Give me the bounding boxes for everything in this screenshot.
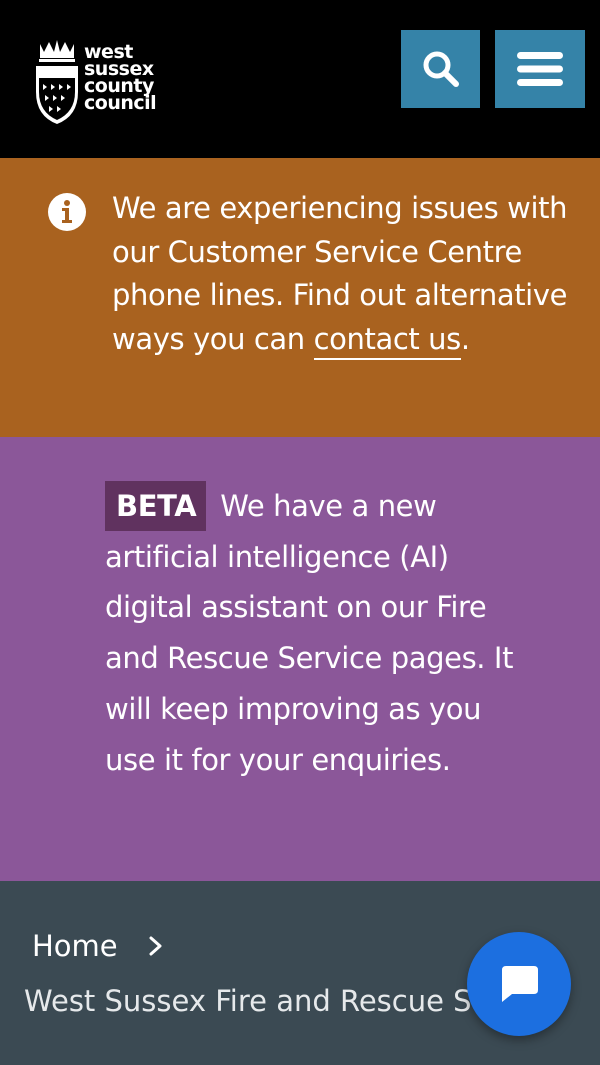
chevron-right-icon <box>149 936 162 956</box>
search-button[interactable] <box>401 30 480 108</box>
menu-button[interactable] <box>495 30 585 108</box>
beta-body-text: We have a new artificial intelligence (A… <box>105 489 514 777</box>
contact-us-link[interactable]: contact us <box>313 321 461 360</box>
chat-assistant-button[interactable] <box>467 932 571 1036</box>
logo-line: council <box>84 92 157 114</box>
info-icon <box>48 193 86 231</box>
alert-suffix: . <box>460 321 470 356</box>
breadcrumb-home-link[interactable]: Home <box>32 926 118 966</box>
site-header: west sussex county council <box>0 0 600 158</box>
crest-icon <box>36 40 78 124</box>
beta-tag: BETA <box>105 481 207 531</box>
menu-icon <box>517 52 563 86</box>
beta-message: BETA We have a new artificial intelligenc… <box>105 481 535 785</box>
search-icon <box>423 51 459 87</box>
logo-wordmark: west sussex county council <box>84 43 157 114</box>
chat-bubble-icon <box>502 966 538 1002</box>
alert-message: We are experiencing issues with our Cust… <box>112 187 572 361</box>
site-logo[interactable]: west sussex county council <box>34 40 169 124</box>
